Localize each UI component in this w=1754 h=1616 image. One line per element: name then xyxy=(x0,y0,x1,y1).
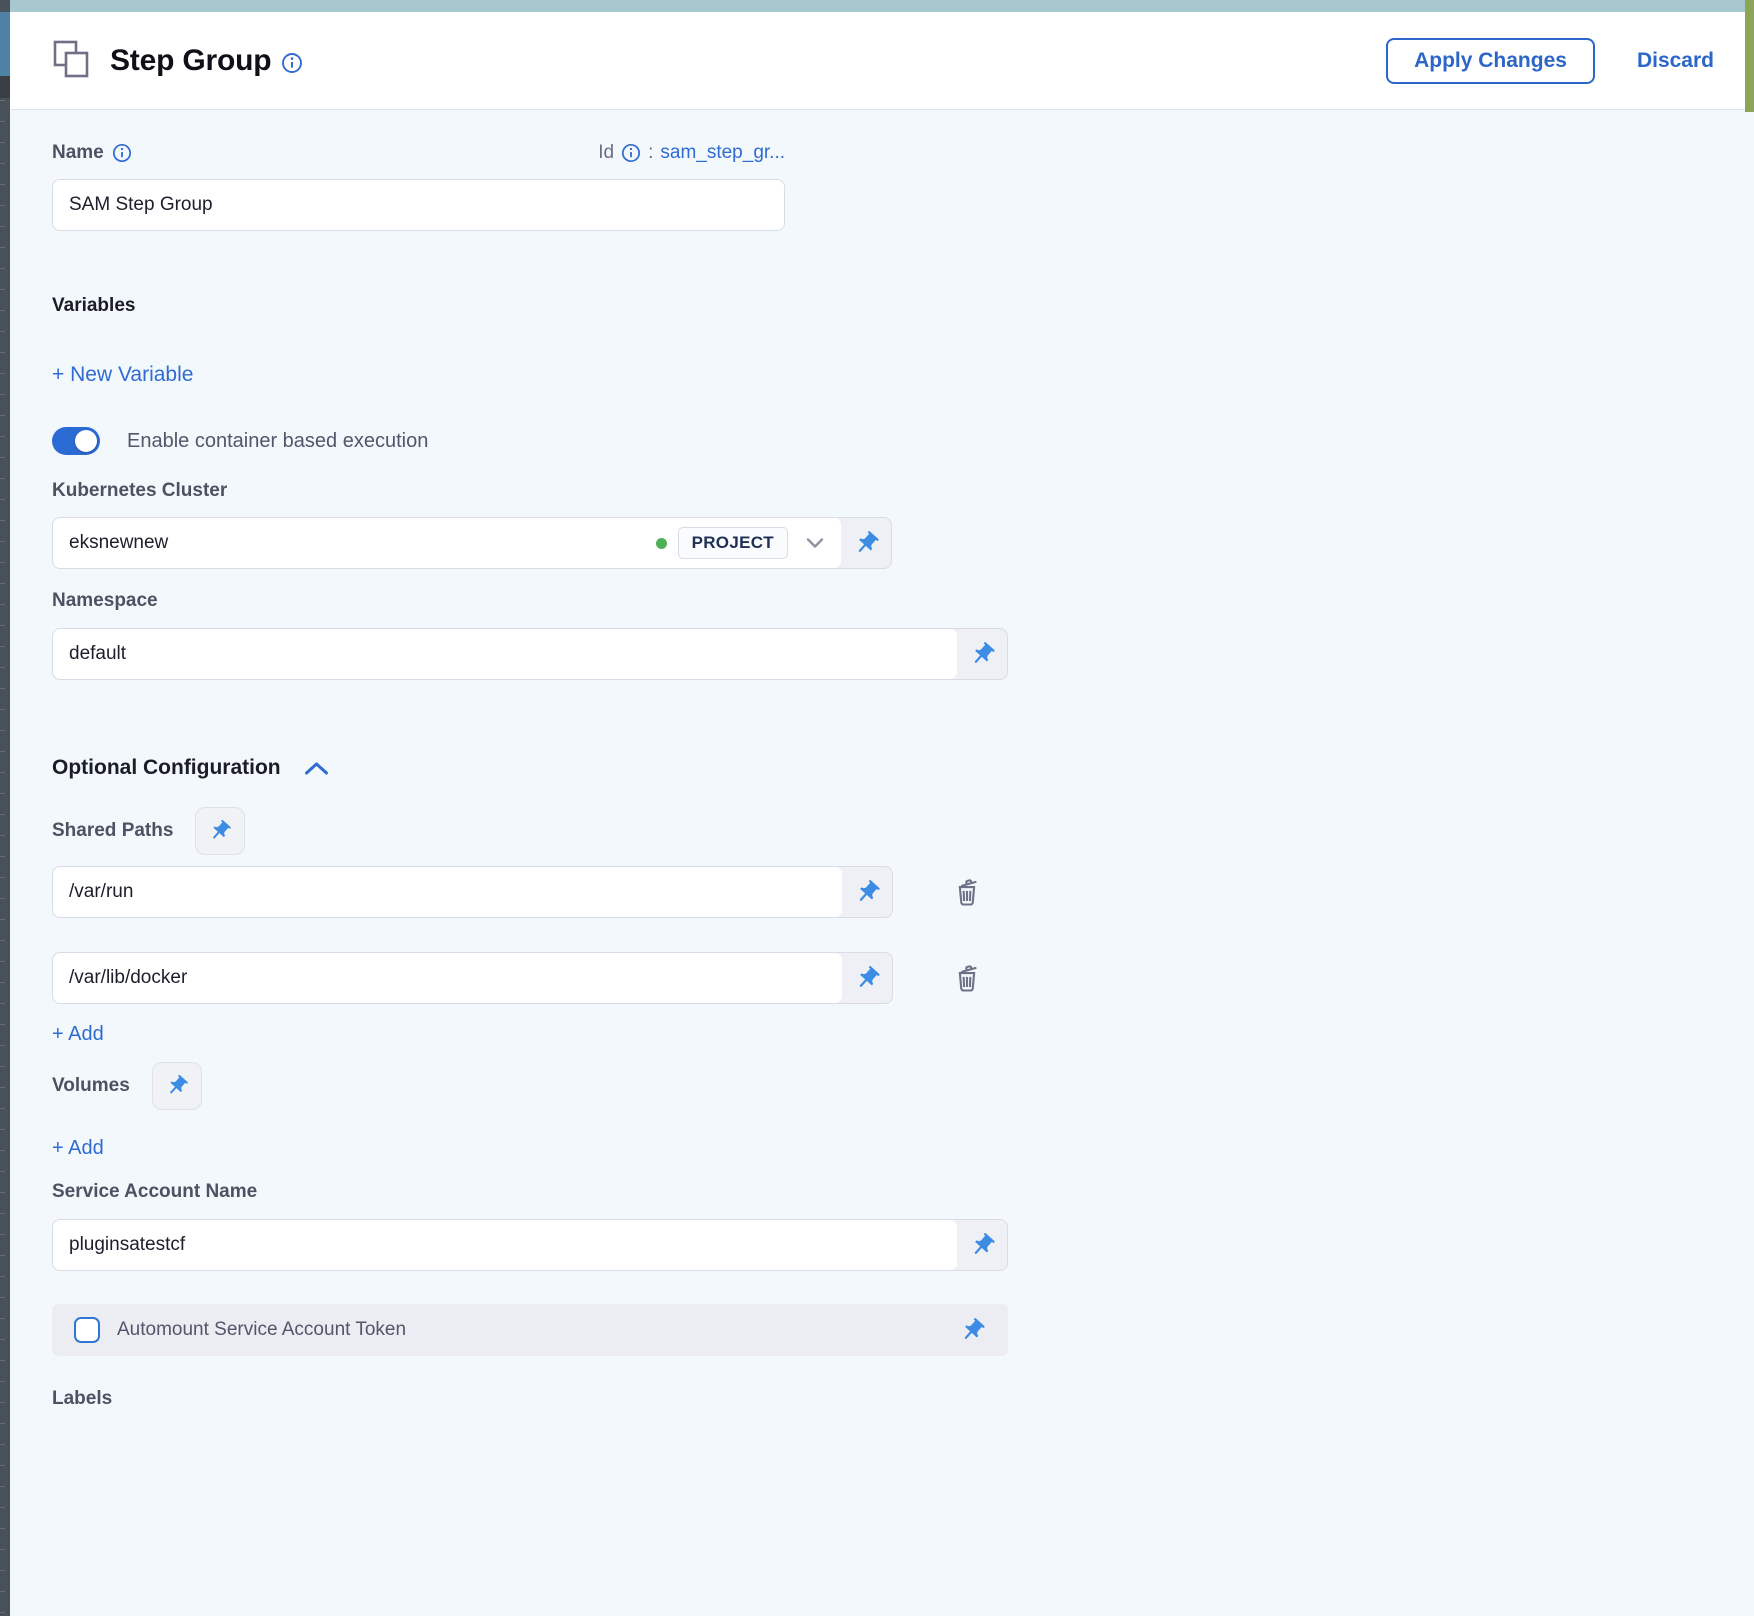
pin-icon xyxy=(854,965,881,992)
add-volume-button[interactable]: + Add xyxy=(52,1137,104,1160)
pin-icon xyxy=(854,879,881,906)
shared-path-field xyxy=(53,953,842,1003)
step-group-config-screen: Step Group Apply Changes Discard Name Id xyxy=(0,0,1754,1616)
id-separator: : xyxy=(648,142,653,164)
automount-pin-button[interactable] xyxy=(952,1317,992,1344)
pin-icon xyxy=(208,819,232,843)
right-edge-strip xyxy=(1745,0,1754,112)
scope-badge: PROJECT xyxy=(678,527,788,559)
top-teal-bar xyxy=(0,0,1754,12)
kubernetes-cluster-group: PROJECT xyxy=(52,517,892,569)
trash-icon xyxy=(951,961,983,995)
name-input-group xyxy=(52,179,785,231)
left-edge-dark-segment xyxy=(0,76,10,98)
name-label-group: Name xyxy=(52,142,132,164)
labels-label: Labels xyxy=(52,1388,1754,1410)
left-edge-tick-marks xyxy=(0,100,5,1616)
name-field-wrap xyxy=(53,180,784,230)
delete-shared-path-2-button[interactable] xyxy=(951,961,983,995)
shared-paths-pin-button[interactable] xyxy=(195,807,245,855)
name-info-icon[interactable] xyxy=(112,143,132,163)
name-id-label-row: Name Id : sam_step_gr... xyxy=(52,142,785,164)
pin-icon xyxy=(969,1232,996,1259)
namespace-pin-button[interactable] xyxy=(957,629,1007,679)
shared-paths-label-row: Shared Paths xyxy=(52,807,1754,855)
panel-body: Name Id : sam_step_gr... xyxy=(10,111,1754,1616)
shared-path-input-2[interactable] xyxy=(69,967,826,989)
shared-path-row xyxy=(52,952,1754,1004)
kubernetes-cluster-label: Kubernetes Cluster xyxy=(52,480,1754,502)
volumes-label-row: Volumes xyxy=(52,1062,1754,1110)
delete-shared-path-1-button[interactable] xyxy=(951,875,983,909)
add-shared-path-button[interactable]: + Add xyxy=(52,1023,104,1046)
id-info-icon[interactable] xyxy=(621,143,641,163)
variables-heading: Variables xyxy=(52,295,1754,317)
automount-label: Automount Service Account Token xyxy=(117,1319,952,1341)
title-info-icon[interactable] xyxy=(281,52,303,74)
pin-icon xyxy=(959,1317,986,1344)
pin-icon xyxy=(165,1074,189,1098)
service-account-input[interactable] xyxy=(69,1234,941,1256)
shared-path-group-1 xyxy=(52,866,893,918)
container-execution-toggle[interactable] xyxy=(52,427,100,455)
connector-status-dot xyxy=(656,538,667,549)
namespace-input[interactable] xyxy=(69,643,941,665)
namespace-label: Namespace xyxy=(52,590,1754,612)
toggle-knob xyxy=(75,430,97,452)
name-input[interactable] xyxy=(69,194,768,216)
shared-path-field xyxy=(53,867,842,917)
kubernetes-cluster-field: PROJECT xyxy=(53,518,841,568)
shared-paths-label: Shared Paths xyxy=(52,820,173,842)
optional-configuration-row: Optional Configuration xyxy=(52,756,1754,780)
namespace-field xyxy=(53,629,957,679)
left-edge-blue-segment xyxy=(0,12,10,76)
service-account-label: Service Account Name xyxy=(52,1181,1754,1203)
shared-path-1-pin-button[interactable] xyxy=(842,867,892,917)
shared-path-group-2 xyxy=(52,952,893,1004)
pin-icon xyxy=(969,641,996,668)
shared-path-input-1[interactable] xyxy=(69,881,826,903)
new-variable-row: + New Variable xyxy=(52,363,1754,387)
shared-paths-add-row: + Add xyxy=(52,1023,1754,1046)
step-group-icon xyxy=(52,39,94,83)
new-variable-button[interactable]: + New Variable xyxy=(52,363,193,387)
shared-path-row xyxy=(52,866,1754,918)
id-label: Id xyxy=(598,142,614,164)
chevron-up-icon[interactable] xyxy=(303,760,330,777)
optional-configuration-heading: Optional Configuration xyxy=(52,756,281,780)
discard-button[interactable]: Discard xyxy=(1637,49,1714,73)
pin-icon xyxy=(853,530,880,557)
name-label: Name xyxy=(52,142,104,164)
chevron-down-icon[interactable] xyxy=(805,536,825,550)
kubernetes-cluster-input[interactable] xyxy=(69,532,656,554)
page-title: Step Group xyxy=(110,44,271,78)
container-execution-row: Enable container based execution xyxy=(52,427,1754,455)
shared-path-2-pin-button[interactable] xyxy=(842,953,892,1003)
service-account-group xyxy=(52,1219,1008,1271)
automount-checkbox[interactable] xyxy=(74,1317,100,1343)
id-value[interactable]: sam_step_gr... xyxy=(660,142,785,164)
namespace-group xyxy=(52,628,1008,680)
apply-changes-button[interactable]: Apply Changes xyxy=(1386,38,1595,84)
automount-bar: Automount Service Account Token xyxy=(52,1304,1008,1356)
volumes-pin-button[interactable] xyxy=(152,1062,202,1110)
id-group: Id : sam_step_gr... xyxy=(598,142,785,164)
volumes-add-row: + Add xyxy=(52,1137,1754,1160)
kubernetes-cluster-pin-button[interactable] xyxy=(841,518,891,568)
service-account-field xyxy=(53,1220,957,1270)
left-editor-edge xyxy=(0,0,10,1616)
panel-header: Step Group Apply Changes Discard xyxy=(10,12,1754,110)
service-account-pin-button[interactable] xyxy=(957,1220,1007,1270)
container-execution-label: Enable container based execution xyxy=(127,430,428,453)
volumes-label: Volumes xyxy=(52,1075,130,1097)
trash-icon xyxy=(951,875,983,909)
